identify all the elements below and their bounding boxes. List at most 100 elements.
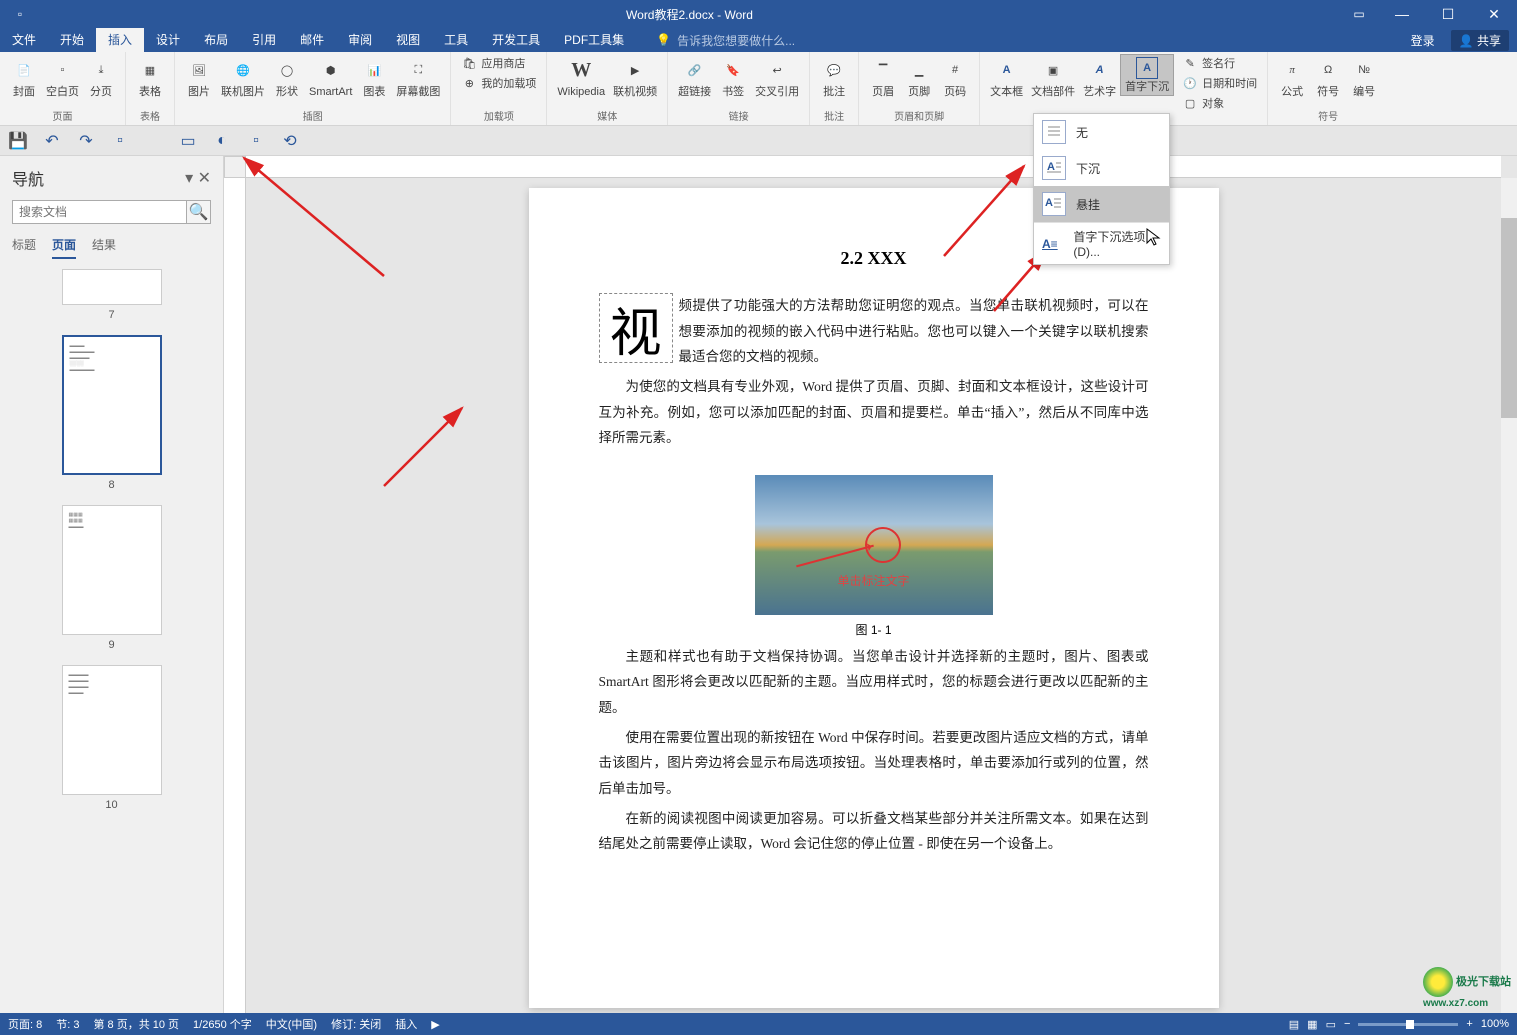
tab-review[interactable]: 审阅 [336, 28, 384, 52]
wordart-button[interactable]: A艺术字 [1079, 54, 1120, 100]
share-button[interactable]: 👤 共享 [1451, 30, 1509, 51]
symbol-button[interactable]: Ω符号 [1310, 54, 1346, 100]
login-link[interactable]: 登录 [1411, 32, 1435, 49]
nav-dropdown-icon[interactable]: ▾ ✕ [185, 168, 211, 188]
macro-icon[interactable]: ▶ [431, 1018, 439, 1031]
view-web-icon[interactable]: ▭ [1326, 1018, 1336, 1031]
cross-reference-button[interactable]: ↩交叉引用 [751, 54, 803, 100]
status-track-changes[interactable]: 修订: 关闭 [331, 1016, 381, 1032]
figure-image[interactable]: 单击标注文字 [755, 475, 993, 615]
tab-pdf[interactable]: PDF工具集 [552, 28, 636, 52]
cover-page-button[interactable]: 📄封面 [6, 54, 42, 100]
tab-tools[interactable]: 工具 [432, 28, 480, 52]
zoom-in-button[interactable]: + [1466, 1018, 1472, 1030]
ribbon-display-options-icon[interactable]: ▫ [0, 7, 40, 21]
store-button[interactable]: 🛍应用商店 [457, 54, 540, 74]
zoom-out-button[interactable]: − [1344, 1018, 1350, 1030]
tab-layout[interactable]: 布局 [192, 28, 240, 52]
quickparts-button[interactable]: ▣文档部件 [1027, 54, 1079, 100]
dropcap-options-link[interactable]: A≡ 首字下沉选项(D)... [1034, 223, 1169, 264]
status-page[interactable]: 页面: 8 [8, 1016, 42, 1032]
qat-icon-2[interactable]: ◐ [212, 131, 232, 151]
screenshot-button[interactable]: ⛶屏幕截图 [392, 54, 444, 100]
nav-search[interactable]: 🔍 [12, 200, 211, 224]
datetime-button[interactable]: 🕐日期和时间 [1178, 74, 1261, 94]
maximize-button[interactable]: ☐ [1425, 0, 1471, 28]
number-button[interactable]: №编号 [1346, 54, 1382, 100]
online-picture-button[interactable]: 🌐联机图片 [217, 54, 269, 100]
shapes-button[interactable]: ◯形状 [269, 54, 305, 100]
nav-tab-results[interactable]: 结果 [92, 236, 116, 259]
signature-button[interactable]: ✎签名行 [1178, 54, 1261, 74]
textbox-button[interactable]: A文本框 [986, 54, 1027, 100]
status-page-of[interactable]: 第 8 页，共 10 页 [93, 1016, 179, 1032]
dropcap-option-dropped[interactable]: A 下沉 [1034, 150, 1169, 186]
view-print-icon[interactable]: ▦ [1307, 1018, 1317, 1031]
search-button[interactable]: 🔍 [186, 201, 210, 223]
header-button[interactable]: ▔页眉 [865, 54, 901, 100]
footer-button[interactable]: ▁页脚 [901, 54, 937, 100]
new-button[interactable]: ▫ [110, 131, 130, 151]
dropcap-option-inmargin[interactable]: A 悬挂 [1034, 186, 1169, 222]
horizontal-ruler[interactable] [246, 156, 1501, 178]
tab-home[interactable]: 开始 [48, 28, 96, 52]
table-button[interactable]: ▦表格 [132, 54, 168, 100]
tab-view[interactable]: 视图 [384, 28, 432, 52]
document-page[interactable]: 2.2 XXX 视 频提供了功能强大的方法帮助您证明您的观点。当您单击联机视频时… [529, 188, 1219, 1008]
picture-button[interactable]: 🖼图片 [181, 54, 217, 100]
dropcap-option-none[interactable]: 无 [1034, 114, 1169, 150]
comment-button[interactable]: 💬批注 [816, 54, 852, 100]
qat-icon-4[interactable]: ⟲ [280, 131, 300, 151]
tab-file[interactable]: 文件 [0, 28, 48, 52]
zoom-level[interactable]: 100% [1481, 1018, 1509, 1030]
title-bar: ▫ Word教程2.docx - Word ▭ — ☐ ✕ [0, 0, 1517, 28]
tell-me-search[interactable]: 💡 告诉我您想要做什么... [656, 32, 795, 49]
equation-button[interactable]: π公式 [1274, 54, 1310, 100]
search-input[interactable] [13, 201, 186, 223]
my-addins-button[interactable]: ⊕我的加载项 [457, 74, 540, 94]
page-thumbnail-7[interactable] [62, 269, 162, 305]
scrollbar-thumb[interactable] [1501, 218, 1517, 418]
status-language[interactable]: 中文(中国) [266, 1016, 317, 1032]
status-word-count[interactable]: 1/2650 个字 [193, 1016, 252, 1032]
undo-button[interactable]: ↶ [42, 131, 62, 151]
vertical-ruler[interactable] [224, 178, 246, 1013]
ribbon-options-icon[interactable]: ▭ [1339, 7, 1379, 21]
dropcap-button[interactable]: A首字下沉 [1120, 54, 1174, 96]
status-insert-mode[interactable]: 插入 [395, 1016, 417, 1032]
status-section[interactable]: 节: 3 [56, 1016, 79, 1032]
minimize-button[interactable]: — [1379, 0, 1425, 28]
tab-design[interactable]: 设计 [144, 28, 192, 52]
qat-icon-1[interactable]: ▭ [178, 131, 198, 151]
smartart-button[interactable]: ⬢SmartArt [305, 54, 356, 100]
tab-developer[interactable]: 开发工具 [480, 28, 552, 52]
page-thumbnail-9[interactable]: ▦▦▦▦▦▦▬▬▬ [62, 505, 162, 635]
view-read-icon[interactable]: ▤ [1289, 1018, 1299, 1031]
document-scroll[interactable]: 2.2 XXX 视 频提供了功能强大的方法帮助您证明您的观点。当您单击联机视频时… [246, 178, 1501, 1013]
tab-insert[interactable]: 插入 [96, 28, 144, 52]
nav-tab-pages[interactable]: 页面 [52, 236, 76, 259]
redo-button[interactable]: ↷ [76, 131, 96, 151]
tab-references[interactable]: 引用 [240, 28, 288, 52]
page-number-button[interactable]: #页码 [937, 54, 973, 100]
video-icon: ▶ [621, 56, 649, 84]
wikipedia-button[interactable]: WWikipedia [553, 54, 609, 100]
page-break-button[interactable]: ⤓分页 [83, 54, 119, 100]
blank-page-button[interactable]: ▫空白页 [42, 54, 83, 100]
page-thumbnail-8[interactable]: ▬▬▬▬▬▬▬▬▬▬▬▬░░░░▬▬▬▬▬ [62, 335, 162, 475]
vertical-scrollbar[interactable] [1501, 178, 1517, 1013]
qat-icon-3[interactable]: ▫ [246, 131, 266, 151]
bookmark-button[interactable]: 🔖书签 [715, 54, 751, 100]
nav-tab-headings[interactable]: 标题 [12, 236, 36, 259]
chart-button[interactable]: 📊图表 [356, 54, 392, 100]
hyperlink-button[interactable]: 🔗超链接 [674, 54, 715, 100]
object-button[interactable]: ▢对象 [1178, 94, 1261, 114]
online-video-button[interactable]: ▶联机视频 [609, 54, 661, 100]
close-button[interactable]: ✕ [1471, 0, 1517, 28]
zoom-slider[interactable] [1358, 1023, 1458, 1026]
save-icon: 💾 [8, 131, 28, 151]
save-button[interactable]: 💾 [8, 131, 28, 151]
page-thumbnail-10[interactable]: ▬▬▬▬▬▬▬▬▬▬▬▬▬▬▬ [62, 665, 162, 795]
dropcap-frame[interactable]: 视 [599, 293, 673, 363]
tab-mailings[interactable]: 邮件 [288, 28, 336, 52]
